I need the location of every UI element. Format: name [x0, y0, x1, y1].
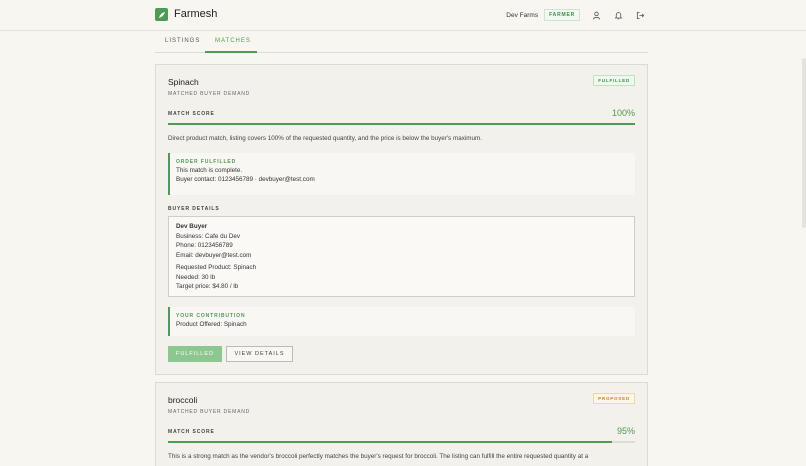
match-score-bar	[168, 123, 635, 125]
match-description: Direct product match, listing covers 100…	[168, 135, 482, 142]
contribution-callout: YOUR CONTRIBUTION Product Offered: Spina…	[168, 307, 635, 336]
match-description: This is a strong match as the vendor's b…	[168, 453, 589, 460]
contribution-label: YOUR CONTRIBUTION	[176, 313, 246, 319]
match-score-label: MATCH SCORE	[168, 429, 215, 435]
farm-name: Dev Farms	[506, 11, 539, 19]
tab-matches[interactable]: MATCHES	[215, 38, 251, 44]
status-badge: PROPOSED	[593, 393, 635, 404]
match-title: broccoli	[168, 395, 198, 405]
quantity-needed: Needed: 30 lb	[176, 273, 216, 281]
order-fulfilled-callout: ORDER FULFILLED This match is complete. …	[168, 153, 635, 195]
match-subtitle: MATCHED BUYER DEMAND	[168, 409, 251, 415]
buyer-phone: Phone: 0123456789	[176, 242, 233, 249]
active-tab-indicator	[205, 51, 257, 53]
match-score-value: 100%	[611, 108, 635, 118]
match-card: Spinach MATCHED BUYER DEMAND FULFILLED M…	[155, 64, 648, 375]
target-price: Target price: $4.80 / lb	[176, 283, 239, 290]
buyer-email: Email: devbuyer@test.com	[176, 251, 252, 259]
match-score-label: MATCH SCORE	[168, 111, 215, 117]
top-header: Farmesh Dev Farms FARMER	[0, 0, 806, 31]
product-offered: Product Offered: Spinach	[176, 321, 247, 328]
match-card: broccoli MATCHED BUYER DEMAND PROPOSED M…	[155, 382, 648, 466]
match-subtitle: MATCHED BUYER DEMAND	[168, 91, 251, 97]
scrollbar[interactable]	[802, 58, 806, 228]
logo-icon[interactable]	[155, 8, 168, 21]
match-score-bar	[168, 441, 635, 443]
tab-listings[interactable]: LISTINGS	[165, 38, 200, 44]
match-score-fill	[168, 123, 635, 125]
logout-icon[interactable]	[634, 9, 646, 21]
header-actions: Dev Farms FARMER	[506, 9, 646, 21]
match-title: Spinach	[168, 77, 199, 87]
buyer-name: Dev Buyer	[176, 223, 208, 230]
tab-bar: LISTINGS MATCHES	[155, 31, 648, 53]
buyer-details-label: BUYER DETAILS	[168, 206, 220, 212]
buyer-business: Business: Cafe du Dev	[176, 232, 241, 240]
status-badge: FULFILLED	[593, 75, 635, 86]
requested-product: Requested Product: Spinach	[176, 264, 257, 271]
buyer-details-box: Dev Buyer Business: Cafe du Dev Phone: 0…	[168, 216, 635, 297]
view-details-button[interactable]: VIEW DETAILS	[226, 346, 293, 362]
order-complete-text: This match is complete.	[176, 167, 243, 174]
role-badge: FARMER	[544, 9, 580, 21]
user-icon[interactable]	[590, 9, 602, 21]
bell-icon[interactable]	[612, 9, 624, 21]
buyer-contact-text: Buyer contact: 0123456789 · devbuyer@tes…	[176, 176, 315, 183]
app-name[interactable]: Farmesh	[174, 8, 217, 20]
match-score-fill	[168, 441, 612, 443]
match-score-value: 95%	[616, 426, 635, 436]
fulfilled-button[interactable]: FULFILLED	[168, 346, 222, 362]
order-fulfilled-label: ORDER FULFILLED	[176, 159, 237, 165]
